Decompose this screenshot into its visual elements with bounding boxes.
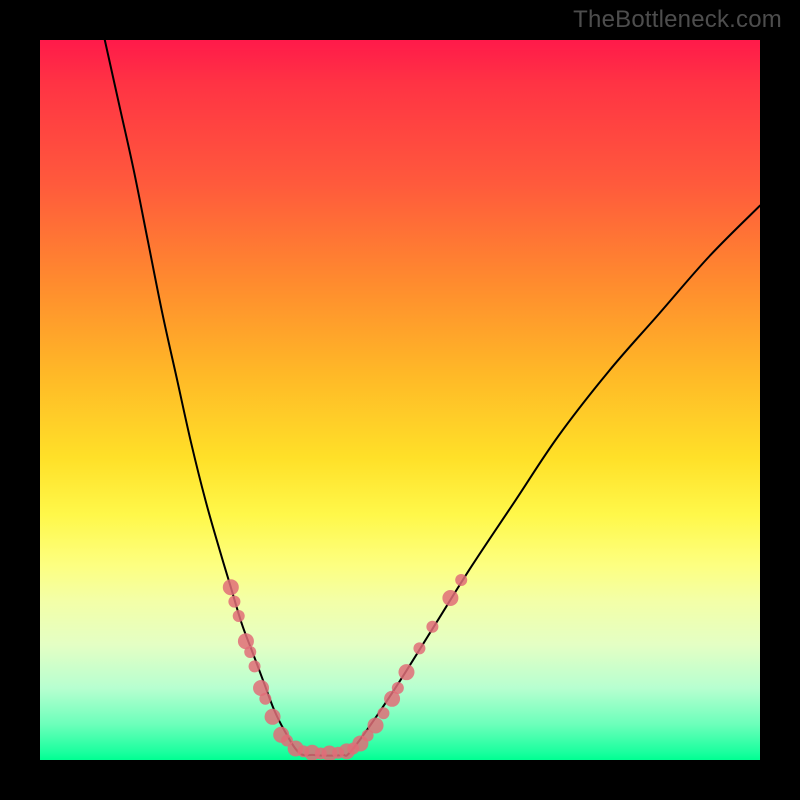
- chart-svg: [40, 40, 760, 760]
- highlight-dot: [413, 642, 425, 654]
- chart-frame: TheBottleneck.com: [0, 0, 800, 800]
- highlight-dot: [259, 693, 271, 705]
- highlight-dot: [392, 682, 404, 694]
- highlight-dot: [398, 664, 414, 680]
- watermark-text: TheBottleneck.com: [573, 6, 782, 34]
- highlight-dot: [233, 610, 245, 622]
- highlight-dot: [244, 646, 256, 658]
- plot-area: [40, 40, 760, 760]
- highlight-dot: [426, 621, 438, 633]
- curve-lines: [105, 40, 760, 756]
- highlight-dot: [265, 709, 281, 725]
- highlight-dot: [442, 590, 458, 606]
- highlight-dot: [377, 707, 389, 719]
- highlight-dot: [368, 717, 384, 733]
- highlight-dot: [249, 660, 261, 672]
- v-curve: [105, 40, 760, 756]
- highlight-dot: [228, 596, 240, 608]
- highlight-markers: [223, 574, 467, 760]
- highlight-dot: [455, 574, 467, 586]
- highlight-dot: [223, 579, 239, 595]
